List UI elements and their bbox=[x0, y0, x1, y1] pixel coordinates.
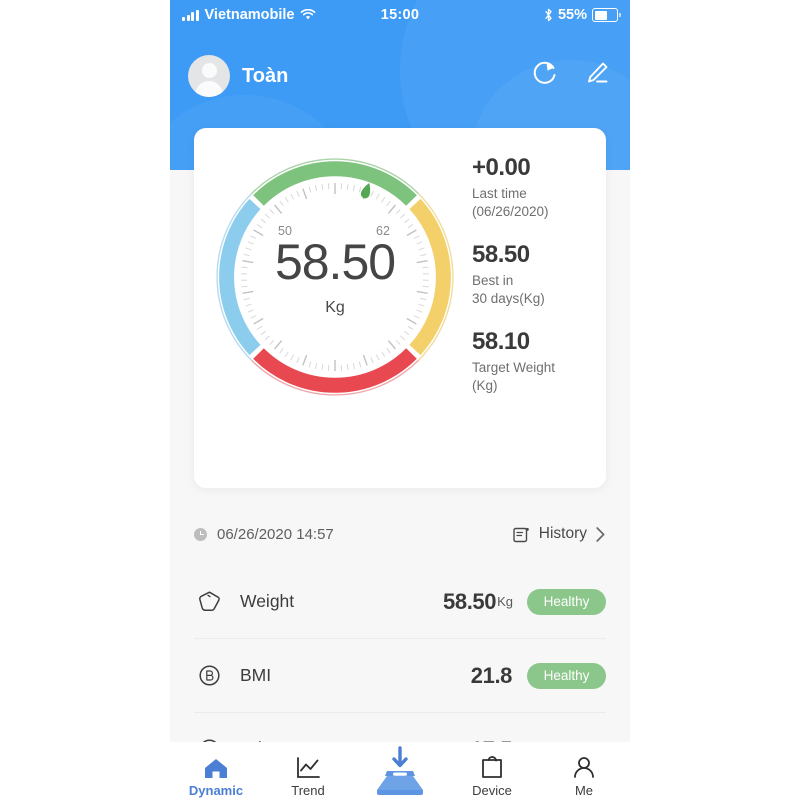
weight-gauge: 58.50 Kg 50 62 bbox=[210, 152, 460, 402]
stat-value: +0.00 bbox=[472, 154, 531, 181]
user-name: Toàn bbox=[242, 64, 289, 87]
nav-item-measure[interactable] bbox=[354, 740, 446, 800]
nav-item-dynamic[interactable]: Dynamic bbox=[170, 740, 262, 800]
bmi-icon bbox=[194, 663, 224, 688]
metric-row-weight[interactable]: Weight 58.50 Kg Healthy bbox=[194, 565, 606, 639]
metric-name: BMI bbox=[240, 665, 272, 685]
stats-column: +0.00 Last time (06/26/2020) 58.50 Best … bbox=[472, 154, 602, 415]
status-bar: Vietnamobile 15:00 55% bbox=[170, 0, 630, 30]
history-document-icon bbox=[513, 527, 529, 542]
bottom-navigation: Dynamic Trend Device Me bbox=[170, 742, 630, 800]
nav-label: Device bbox=[472, 782, 512, 798]
stat-label: Best in 30 days(Kg) bbox=[472, 272, 545, 306]
nav-item-device[interactable]: Device bbox=[446, 740, 538, 800]
stat-best-in-30-days: 58.50 Best in 30 days(Kg) bbox=[472, 241, 602, 308]
stat-value: 58.50 bbox=[472, 241, 530, 269]
history-label: History bbox=[538, 525, 587, 542]
device-bag-icon bbox=[482, 755, 502, 778]
home-icon bbox=[205, 758, 227, 778]
nav-item-me[interactable]: Me bbox=[538, 740, 630, 800]
nav-label: Trend bbox=[291, 782, 325, 798]
avatar[interactable] bbox=[188, 55, 230, 97]
metric-value: 58.50 bbox=[443, 588, 497, 614]
metric-unit: Kg bbox=[497, 594, 513, 609]
battery-percent-label: 55% bbox=[557, 7, 587, 23]
person-icon bbox=[574, 756, 594, 778]
gauge-scale-min: 50 bbox=[278, 224, 292, 238]
timestamp-group: 06/26/2020 14:57 bbox=[194, 526, 334, 543]
scale-download-icon bbox=[377, 745, 423, 795]
metric-value: 21.8 bbox=[470, 662, 513, 688]
status-badge: Healthy bbox=[527, 588, 606, 615]
status-badge: Healthy bbox=[527, 662, 606, 689]
status-bar-right: 55% bbox=[544, 7, 621, 23]
bluetooth-icon bbox=[545, 8, 552, 22]
stat-label: Last time (06/26/2020) bbox=[472, 185, 549, 219]
chevron-right-icon bbox=[596, 526, 605, 542]
nav-item-trend[interactable]: Trend bbox=[262, 740, 354, 800]
nav-label: Me bbox=[574, 782, 594, 798]
metric-row-bmi[interactable]: BMI 21.8 Healthy bbox=[194, 639, 606, 713]
pencil-edit-icon[interactable] bbox=[582, 58, 612, 88]
stat-target-weight: 58.10 Target Weight (Kg) bbox=[472, 328, 602, 395]
gauge-scale-max: 62 bbox=[376, 224, 390, 238]
measurement-datetime: 06/26/2020 14:57 bbox=[217, 525, 334, 543]
timestamp-row: 06/26/2020 14:57 History bbox=[194, 518, 606, 550]
stat-last-time: +0.00 Last time (06/26/2020) bbox=[472, 154, 602, 221]
history-link[interactable]: History bbox=[512, 525, 606, 544]
profile-block[interactable]: Toàn bbox=[188, 55, 288, 97]
weight-scale-icon bbox=[194, 589, 224, 614]
gauge-svg bbox=[216, 158, 454, 396]
stat-value: 58.10 bbox=[472, 328, 530, 356]
phone-screen: Vietnamobile 15:00 55% Toàn 58.50 Kg 50 … bbox=[170, 0, 630, 800]
summary-card: 58.50 Kg 50 62 +0.00 Last time (06/26/20… bbox=[194, 128, 606, 488]
clock-icon bbox=[194, 527, 207, 541]
header-actions bbox=[530, 58, 612, 88]
metric-name: Weight bbox=[240, 591, 295, 611]
sync-refresh-icon[interactable] bbox=[530, 58, 560, 88]
trend-chart-icon bbox=[297, 756, 320, 778]
nav-label: Dynamic bbox=[188, 782, 244, 798]
battery-icon bbox=[592, 8, 621, 22]
stat-label: Target Weight (Kg) bbox=[472, 359, 556, 393]
